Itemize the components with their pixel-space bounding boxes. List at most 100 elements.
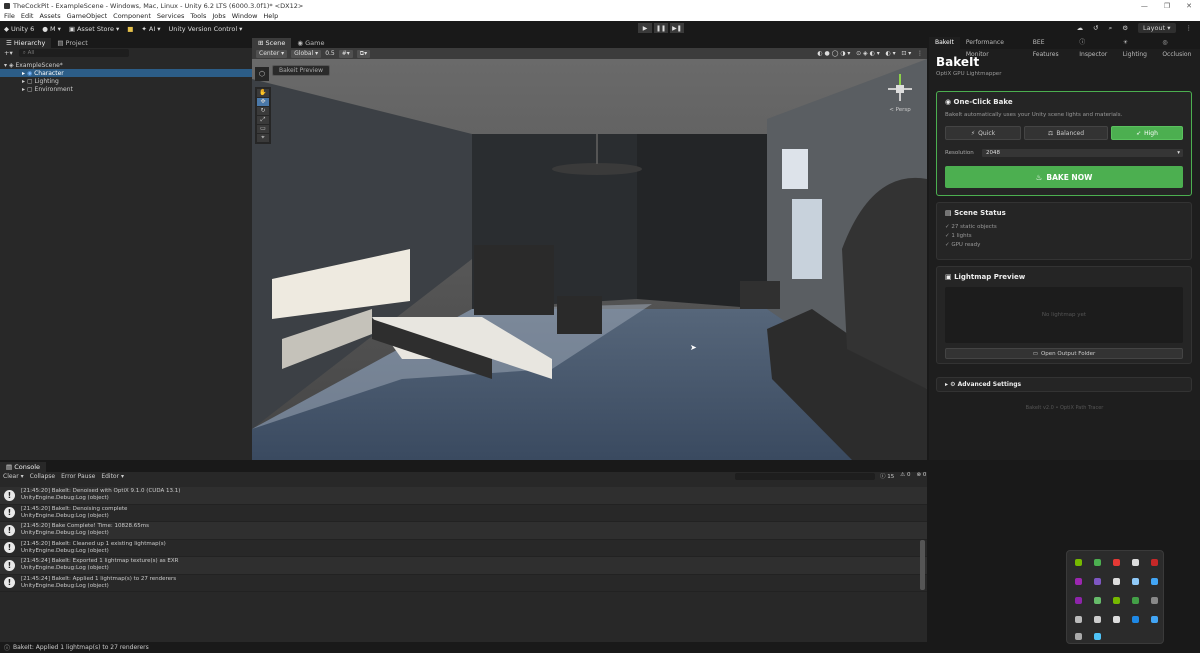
menu-edit[interactable]: Edit [21, 12, 34, 20]
tab-inspector[interactable]: ⓘ Inspector [1073, 37, 1116, 58]
unity-version-button[interactable]: ◆ Unity 6 [4, 25, 34, 33]
app-purple-icon[interactable] [1075, 578, 1082, 585]
open-output-folder-button[interactable]: ▭ Open Output Folder [945, 348, 1183, 359]
chevron-right-icon[interactable]: ▸ [22, 86, 25, 93]
menu-component[interactable]: Component [113, 12, 151, 20]
advanced-settings-heading[interactable]: ▸ ⚙ Advanced Settings [945, 381, 1021, 388]
resolution-dropdown[interactable]: 2048 ▾ [982, 149, 1183, 157]
status-message[interactable]: BakeIt: Applied 1 lightmap(s) to 27 rend… [13, 644, 149, 651]
menu-help[interactable]: Help [263, 12, 278, 20]
log-entry[interactable]: ! [21:45:24] BakeIt: Exported 1 lightmap … [0, 557, 927, 575]
chrome-icon[interactable] [1094, 559, 1101, 566]
tab-console[interactable]: ▤ Console [0, 462, 47, 472]
scene-render[interactable] [252, 59, 927, 460]
chevron-right-icon[interactable]: ▸ [22, 78, 25, 85]
chevron-right-icon[interactable]: ▸ [22, 70, 25, 77]
view-tool-icon[interactable]: ✋ [257, 89, 269, 97]
menu-window[interactable]: Window [232, 12, 258, 20]
collapse-button[interactable]: Collapse [30, 473, 56, 480]
menu-jobs[interactable]: Jobs [212, 12, 225, 20]
app-red-icon[interactable] [1113, 559, 1120, 566]
scale-tool-icon[interactable]: ⤢ [257, 116, 269, 124]
app-gear-icon[interactable] [1094, 616, 1101, 623]
pause-icon[interactable]: ❚❚ [654, 23, 668, 33]
app-record-icon[interactable] [1151, 559, 1158, 566]
log-entry[interactable]: ! [21:45:20] Bake Complete! Time: 10828.6… [0, 522, 927, 540]
chevron-down-icon[interactable]: ▾ [4, 62, 7, 69]
space-dropdown[interactable]: Global ▾ [291, 49, 322, 58]
menu-file[interactable]: File [4, 12, 15, 20]
menu-assets[interactable]: Assets [39, 12, 60, 20]
search-icon[interactable]: ⌕ [1109, 24, 1113, 33]
version-control-button[interactable]: Unity Version Control ▾ [169, 25, 243, 33]
quality-quick-button[interactable]: ⚡ Quick [945, 126, 1021, 140]
tree-row-environment[interactable]: ▸ ▢ Environment [0, 85, 252, 93]
log-entry[interactable]: ! [21:45:20] BakeIt: Denoised with OptiX … [0, 487, 927, 505]
cloud-icon[interactable]: ☁ [1077, 24, 1084, 32]
rotate-tool-icon[interactable]: ↻ [257, 107, 269, 115]
tab-project[interactable]: ▤ Project [51, 38, 93, 48]
tab-occlusion[interactable]: ◎ Occlusion [1156, 37, 1200, 58]
log-entry[interactable]: ! [21:45:20] BakeIt: Denoising complete Un… [0, 505, 927, 522]
scene-viewport[interactable]: ✋ ✥ ↻ ⤢ ▭ ⌖ Bakeit Preview ⬡ ➤ [252, 59, 927, 460]
quality-balanced-button[interactable]: ⚖ Balanced [1024, 126, 1108, 140]
pivot-dropdown[interactable]: Center ▾ [256, 49, 288, 58]
error-count-toggle[interactable]: ⊗ 0 [916, 472, 926, 480]
menu-services[interactable]: Services [157, 12, 184, 20]
app-green-icon[interactable] [1094, 597, 1101, 604]
advanced-settings-foldout[interactable]: ▸ ⚙ Advanced Settings [936, 377, 1192, 392]
warning-count-toggle[interactable]: ⚠ 0 [900, 472, 910, 480]
tab-performance-monitor[interactable]: Performance Monitor [960, 37, 1027, 58]
package-button[interactable]: ■ [127, 25, 133, 33]
hierarchy-search-input[interactable]: ⌕ All [18, 49, 129, 57]
play-icon[interactable]: ▶ [638, 23, 652, 33]
more-icon[interactable]: ⋮ [1186, 24, 1193, 32]
tab-lighting[interactable]: ☀ Lighting [1117, 37, 1157, 58]
nvidia-icon[interactable] [1075, 559, 1082, 566]
editor-dropdown[interactable]: Editor ▾ [101, 473, 124, 480]
tree-row-lighting[interactable]: ▸ ▢ Lighting [0, 77, 252, 85]
app-settings-icon[interactable] [1075, 616, 1082, 623]
app-arrow-icon[interactable] [1151, 616, 1158, 623]
bakeit-preview-overlay[interactable]: Bakeit Preview [272, 65, 331, 76]
grid-toggle[interactable]: #▾ [338, 49, 353, 58]
log-count-toggle[interactable]: ⓘ 15 [880, 472, 894, 480]
layout-dropdown[interactable]: Layout ▾ [1138, 23, 1176, 33]
tree-row-character[interactable]: ▸ ◉ Character [0, 69, 252, 77]
app-globe-icon[interactable] [1094, 633, 1101, 640]
close-icon[interactable]: ✕ [1186, 2, 1192, 10]
maximize-icon[interactable]: ❐ [1164, 2, 1170, 10]
minimize-icon[interactable]: — [1141, 2, 1148, 10]
tree-row-scene[interactable]: ▾ ◈ ExampleScene* [0, 61, 252, 69]
tab-bee-features[interactable]: BEE Features [1027, 37, 1073, 58]
log-entry[interactable]: ! [21:45:20] BakeIt: Cleaned up 1 existin… [0, 540, 927, 557]
error-pause-button[interactable]: Error Pause [61, 473, 95, 480]
bake-now-button[interactable]: ♨ BAKE NOW [945, 166, 1183, 188]
move-tool-icon[interactable]: ✥ [257, 98, 269, 106]
app-ring-icon[interactable] [1075, 597, 1082, 604]
shading-mode-buttons[interactable]: ◐ ● ◯ ◑ ▾ ⊙ ◈ ◐ ▾ ◐ ▾ ⊡ ▾ ⋮ [817, 50, 923, 57]
tab-scene[interactable]: ⊞ Scene [252, 38, 292, 48]
history-icon[interactable]: ↺ [1093, 24, 1098, 32]
tab-game[interactable]: ◉ Game [291, 38, 330, 48]
app-bluetooth-icon[interactable] [1151, 578, 1158, 585]
rect-tool-icon[interactable]: ▭ [257, 125, 269, 133]
asset-store-button[interactable]: ▣ Asset Store ▾ [69, 25, 119, 33]
overlay-menu-icon[interactable]: ⬡ [255, 67, 269, 81]
step-icon[interactable]: ▶❚ [670, 23, 684, 33]
tab-bakeit[interactable]: BakeIt [929, 37, 960, 49]
bluetooth-icon[interactable] [1132, 616, 1139, 623]
quality-high-button[interactable]: ➶ High [1111, 126, 1183, 140]
transform-tool-icon[interactable]: ⌖ [257, 134, 269, 142]
log-entry[interactable]: ! [21:45:24] BakeIt: Applied 1 lightmap(s… [0, 575, 927, 592]
app-gpu-icon[interactable] [1113, 597, 1120, 604]
cloud-tray-icon[interactable] [1151, 597, 1158, 604]
settings-icon[interactable]: ⚙ [1122, 24, 1128, 32]
add-icon[interactable]: +▾ [4, 49, 13, 57]
snap-value[interactable]: 0.5 [325, 50, 335, 57]
app-window-icon[interactable] [1113, 616, 1120, 623]
ai-button[interactable]: ✦ AI ▾ [141, 25, 160, 33]
app-white-icon[interactable] [1132, 559, 1139, 566]
app-violet-icon[interactable] [1094, 578, 1101, 585]
tab-hierarchy[interactable]: ☰ Hierarchy [0, 38, 52, 48]
